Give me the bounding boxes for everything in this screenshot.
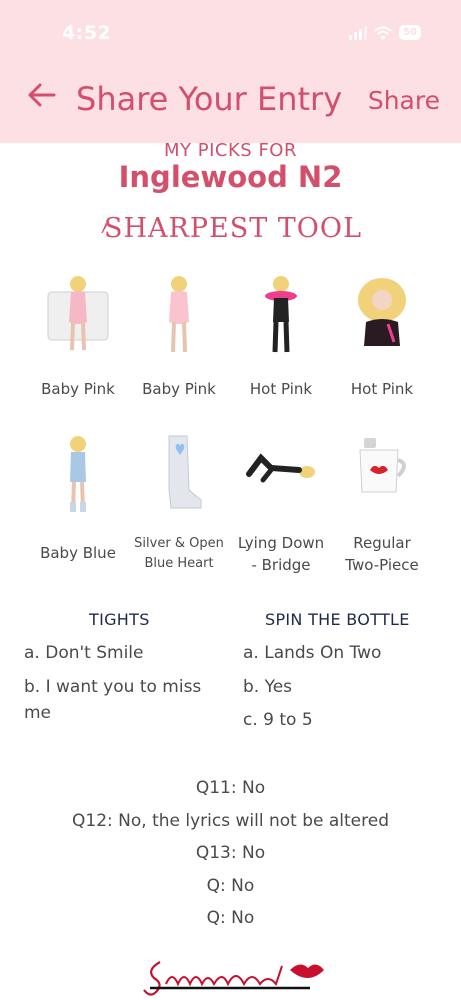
- spin-answer-b: b. Yes: [243, 677, 293, 697]
- pick-label-line1: Silver & Open: [134, 536, 224, 551]
- answer-line: Q12: No, the lyrics will not be altered: [72, 811, 389, 831]
- tights-heading: TIGHTS: [89, 610, 150, 629]
- pick-label-line2: - Bridge: [251, 556, 311, 574]
- tights-answer-b-line2: me: [24, 703, 52, 723]
- spin-answer-c: c. 9 to 5: [243, 710, 313, 730]
- pick-label: Baby Pink: [142, 380, 216, 398]
- answer-line: Q: No: [206, 908, 255, 928]
- app-header: 4:52 50 Share Your Entry Share: [0, 0, 461, 143]
- pick-label: Hot Pink: [350, 380, 414, 398]
- share-button[interactable]: Share: [368, 86, 440, 115]
- pick-label-line1: Regular: [353, 534, 411, 552]
- category-name: SHARPEST TOOL: [103, 212, 362, 244]
- venue-title: Inglewood N2: [118, 160, 343, 194]
- spin-answer-a: a. Lands On Two: [243, 643, 382, 663]
- outfit-doll-icon: [169, 276, 189, 353]
- outfit-doll-icon: [358, 278, 406, 346]
- outfit-doll-icon: [47, 276, 109, 351]
- wifi-icon: [374, 26, 392, 39]
- pick-label-line1: Lying Down: [237, 534, 325, 552]
- category-title: SHARPEST TOOL: [100, 208, 362, 248]
- spin-heading: SPIN THE BOTTLE: [265, 610, 410, 629]
- signal-icon: [349, 25, 368, 40]
- status-icons: 50: [349, 25, 421, 40]
- page-title: Share Your Entry: [76, 80, 343, 118]
- status-time: 4:52: [62, 22, 112, 44]
- pick-label-line2: Two-Piece: [345, 556, 419, 574]
- picks-for-label: MY PICKS FOR: [164, 140, 297, 161]
- outfit-doll-icon: [265, 276, 297, 353]
- tights-answer-b-line1: b. I want you to miss: [24, 677, 202, 697]
- battery-indicator: 50: [399, 25, 421, 40]
- answer-line: Q13: No: [195, 843, 266, 863]
- pick-label: Baby Pink: [41, 380, 115, 398]
- pick-label-line2: Blue Heart: [144, 556, 214, 571]
- signature-logo: [143, 961, 324, 996]
- back-arrow-icon[interactable]: [26, 79, 58, 111]
- answer-line: Q: No: [206, 876, 255, 896]
- outfit-doll-icon: [70, 436, 86, 512]
- silver-boots-icon: [168, 435, 202, 509]
- pick-label: Baby Blue: [40, 544, 116, 562]
- pick-label: Hot Pink: [249, 380, 313, 398]
- answer-line: Q11: No: [195, 778, 266, 798]
- kiss-mug-icon: [359, 438, 406, 493]
- lying-down-pose-icon: [246, 453, 315, 483]
- tights-answer-a: a. Don't Smile: [24, 643, 144, 663]
